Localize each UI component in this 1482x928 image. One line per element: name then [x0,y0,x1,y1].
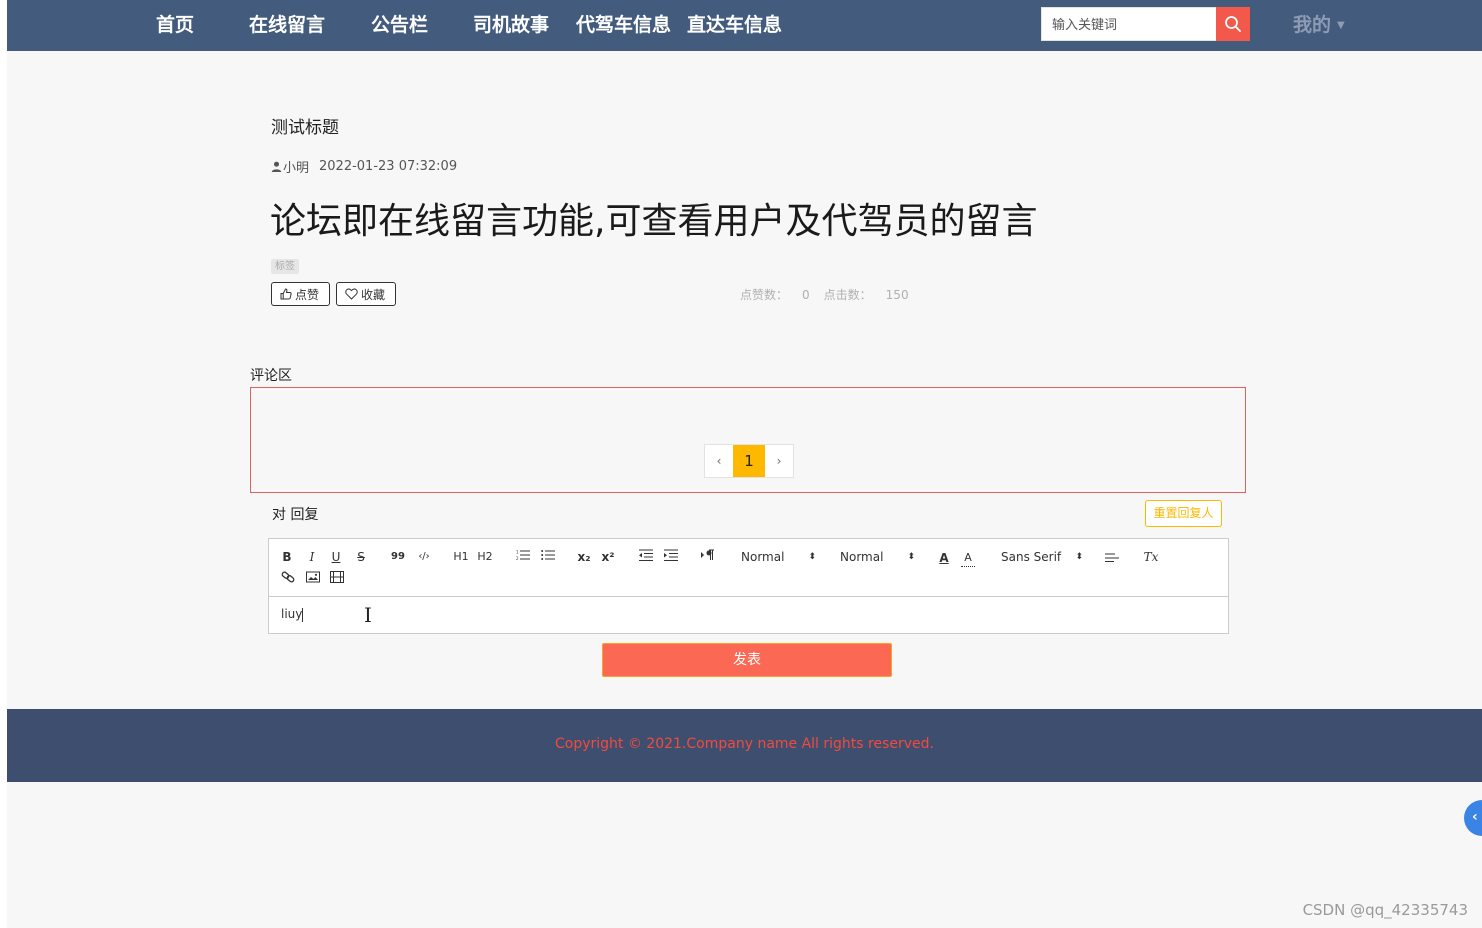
size-select[interactable]: Normal ⬍ [741,548,816,566]
background-color-button[interactable]: A [961,549,975,567]
click-count: 点击数： 150 [824,288,909,302]
ordered-list-icon: 12 [516,550,530,561]
select-arrows-icon: ⬍ [907,552,915,562]
code-block-button[interactable]: ‹/› [415,548,433,566]
text-cursor-icon: I [364,603,372,627]
link-icon [281,571,295,583]
header-1-button[interactable]: H1 [452,548,470,566]
favorite-button[interactable]: 收藏 [336,282,396,306]
font-select-value: Sans Serif [1001,550,1062,564]
article-date: 2022-01-23 07:32:09 [319,159,458,174]
user-icon [271,161,282,172]
like-count-label: 点赞数： [740,288,789,302]
click-count-value: 150 [885,288,909,302]
text-direction-icon [701,549,714,560]
pagination-next-button[interactable]: › [765,445,793,477]
article-tag[interactable]: 标签 [271,259,299,274]
align-button[interactable] [1105,549,1119,567]
thumbs-up-icon [280,288,292,300]
select-arrows-icon: ⬍ [1075,552,1083,562]
like-count: 点赞数： 0 [740,288,810,302]
pagination: ‹ 1 › [704,444,794,478]
superscript-button[interactable]: x² [599,548,617,566]
video-button[interactable] [330,570,344,588]
submit-reply-button[interactable]: 发表 [602,643,892,677]
header-select[interactable]: Normal ⬍ [840,548,915,566]
subscript-button[interactable]: x₂ [575,548,593,566]
font-select[interactable]: Sans Serif ⬍ [1001,548,1083,566]
favorite-button-label: 收藏 [361,287,386,302]
copyright-text: Copyright © 2021.Company name All rights… [555,736,934,752]
svg-text:1: 1 [516,550,519,555]
search-icon [1225,16,1241,32]
size-select-value: Normal [741,550,785,564]
select-arrows-icon: ⬍ [808,552,816,562]
caret-down-icon: ▼ [1337,19,1345,31]
text-color-button[interactable]: A [937,549,951,567]
italic-button[interactable]: I [306,548,318,566]
underline-button[interactable]: U [330,548,342,566]
nav-item-direct-car-info[interactable]: 直达车信息 [687,12,782,38]
strike-button[interactable]: S [355,548,367,566]
align-icon [1105,553,1119,562]
comment-section-title: 评论区 [250,368,292,384]
page-footer: Copyright © 2021.Company name All rights… [7,709,1482,782]
like-count-value: 0 [802,288,810,302]
floating-side-button[interactable]: ‹ [1464,800,1482,836]
link-button[interactable] [281,570,295,588]
page-left-edge [0,0,7,928]
indent-icon [664,549,678,561]
nav-item-bulletin[interactable]: 公告栏 [371,12,428,38]
search-input[interactable] [1041,7,1216,41]
search-button[interactable] [1216,7,1250,41]
indent-button[interactable] [663,548,679,566]
reset-reply-target-button[interactable]: 重置回复人 [1145,500,1222,527]
nav-item-driver-stories[interactable]: 司机故事 [473,12,549,38]
nav-item-online-message[interactable]: 在线留言 [249,12,325,38]
outdent-button[interactable] [638,548,654,566]
bullet-list-button[interactable] [539,548,557,566]
editor-toolbar: B I U S 99 ‹/› H1 H2 12 x₂ x² Normal ⬍ No… [269,539,1228,597]
bold-button[interactable]: B [281,548,293,566]
nav-item-designated-driver-info[interactable]: 代驾车信息 [576,12,671,38]
editor-text: liuy [281,607,303,621]
like-button[interactable]: 点赞 [271,282,330,306]
watermark: CSDN @qq_42335743 [1302,901,1468,919]
video-icon [330,571,344,583]
article-headline: 论坛即在线留言功能,可查看用户及代驾员的留言 [270,201,1038,242]
outdent-icon [639,549,653,561]
header-select-value: Normal [840,550,884,564]
pagination-prev-button[interactable]: ‹ [705,445,733,477]
article-author[interactable]: 小明 [283,157,309,176]
header-2-button[interactable]: H2 [476,548,494,566]
chevron-left-icon: ‹ [1472,809,1478,825]
image-icon [306,571,320,583]
reply-target-label: 对 回复 [272,507,319,523]
rich-text-editor: B I U S 99 ‹/› H1 H2 12 x₂ x² Normal ⬍ No… [268,538,1229,634]
editor-content-area[interactable]: liuy [281,607,304,622]
like-button-label: 点赞 [295,287,320,302]
text-caret [302,607,304,622]
user-menu-label: 我的 [1293,14,1332,36]
user-menu-dropdown[interactable]: 我的 ▼ [1293,12,1345,38]
pagination-page-current[interactable]: 1 [733,445,765,477]
article-subtitle: 测试标题 [271,118,339,138]
bullet-list-icon [541,550,555,560]
ordered-list-button[interactable]: 12 [514,548,532,566]
image-button[interactable] [306,570,320,588]
click-count-label: 点击数： [823,288,872,302]
article-meta: 小明 2022-01-23 07:32:09 [271,157,457,176]
blockquote-button[interactable]: 99 [391,548,405,566]
heart-icon [345,288,358,300]
top-navbar: 首页 在线留言 公告栏 司机故事 代驾车信息 直达车信息 我的 ▼ [7,0,1482,51]
nav-item-home[interactable]: 首页 [156,12,194,38]
svg-text:2: 2 [516,556,519,561]
text-direction-button[interactable] [700,548,716,566]
article-stats: 点赞数： 0 点击数： 150 [740,286,909,303]
clean-format-button[interactable]: Tx [1143,548,1159,566]
